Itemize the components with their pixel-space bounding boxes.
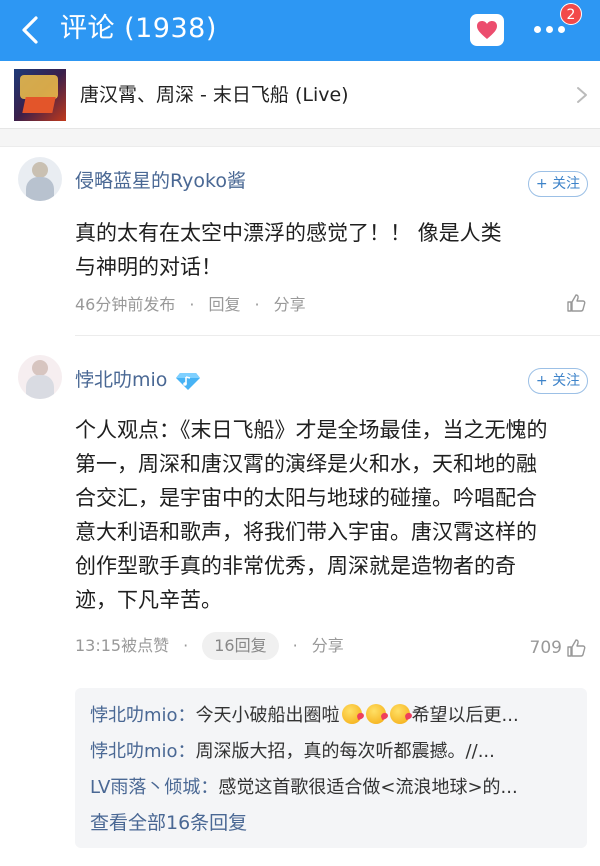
comment-text: 个人观点：《末日飞船》才是全场最佳，当之无愧的第一，周深和唐汉霄的演绎是火和水，… bbox=[75, 418, 548, 612]
reply-username[interactable]: 悖北叻mio： bbox=[90, 741, 196, 762]
follow-button[interactable]: + 关注 bbox=[528, 368, 588, 394]
heart-button[interactable] bbox=[470, 14, 504, 46]
song-title: 唐汉霄、周深 - 末日飞船 (Live) bbox=[80, 84, 349, 106]
thumbs-up-icon bbox=[567, 294, 586, 312]
comment-text: 真的太有在太空中漂浮的感觉了！！ 像是人类与神明的对话！ bbox=[75, 221, 502, 279]
notification-badge: 2 bbox=[560, 3, 582, 25]
comment-username[interactable]: 侵略蓝星的Ryoko酱 bbox=[75, 168, 246, 194]
kiss-emoji-icon bbox=[341, 704, 362, 724]
replies-preview: 悖北叻mio：今天小破船出圈啦 希望以后更... 悖北叻mio：周深版大招，真的每… bbox=[75, 688, 587, 848]
top-bar: 评论 (1938) 2 bbox=[0, 0, 600, 61]
comment-meta: 46分钟前发布 · 回复 · 分享 bbox=[75, 295, 306, 314]
kiss-emoji-icon bbox=[365, 704, 386, 724]
comment-username-text: 悖北叻mio bbox=[75, 369, 168, 391]
song-info-bar[interactable]: 唐汉霄、周深 - 末日飞船 (Live) bbox=[0, 61, 600, 129]
comment-divider bbox=[75, 335, 600, 336]
like-button[interactable] bbox=[566, 293, 586, 313]
back-chevron-icon bbox=[22, 16, 38, 44]
share-link[interactable]: 分享 bbox=[274, 295, 306, 314]
page-title: 评论 (1938) bbox=[60, 13, 217, 44]
reply-username[interactable]: LV雨落丶倾城： bbox=[90, 777, 218, 798]
back-button[interactable] bbox=[14, 12, 50, 48]
reply-item[interactable]: 悖北叻mio：今天小破船出圈啦 希望以后更... bbox=[90, 704, 580, 728]
avatar[interactable] bbox=[18, 157, 62, 201]
album-cover bbox=[14, 69, 66, 121]
reply-count-button[interactable]: 16回复 bbox=[202, 632, 279, 660]
chevron-right-icon bbox=[577, 87, 587, 103]
view-all-replies-link[interactable]: 查看全部16条回复 bbox=[90, 810, 247, 836]
more-dots-icon bbox=[534, 26, 570, 33]
reply-text-tail: 希望以后更... bbox=[411, 705, 519, 726]
diamond-vip-icon bbox=[176, 372, 201, 390]
reply-item[interactable]: LV雨落丶倾城：感觉这首歌很适合做<流浪地球>的... bbox=[90, 776, 580, 800]
like-button[interactable]: 709 bbox=[530, 636, 586, 660]
like-count: 709 bbox=[529, 638, 562, 658]
reply-username[interactable]: 悖北叻mio： bbox=[90, 705, 196, 726]
share-link[interactable]: 分享 bbox=[312, 636, 344, 655]
section-divider bbox=[0, 129, 600, 147]
comment-username[interactable]: 悖北叻mio bbox=[75, 367, 201, 393]
kiss-emoji-icon bbox=[389, 704, 410, 724]
reply-text: 感觉这首歌很适合做<流浪地球>的... bbox=[218, 777, 518, 798]
reply-link[interactable]: 回复 bbox=[208, 295, 240, 314]
reply-item[interactable]: 悖北叻mio：周深版大招，真的每次听都震撼。//... bbox=[90, 740, 580, 764]
heart-icon bbox=[477, 21, 497, 39]
comment-meta: 13:15被点赞 · 16回复 · 分享 bbox=[75, 632, 344, 660]
reply-text: 今天小破船出圈啦 bbox=[195, 705, 340, 726]
reply-text: 周深版大招，真的每次听都震撼。//... bbox=[195, 741, 495, 762]
thumbs-up-icon bbox=[567, 639, 586, 657]
avatar[interactable] bbox=[18, 355, 62, 399]
comment-time: 13:15被点赞 bbox=[75, 636, 170, 655]
comment-time: 46分钟前发布 bbox=[75, 295, 176, 314]
follow-button[interactable]: + 关注 bbox=[528, 171, 588, 197]
